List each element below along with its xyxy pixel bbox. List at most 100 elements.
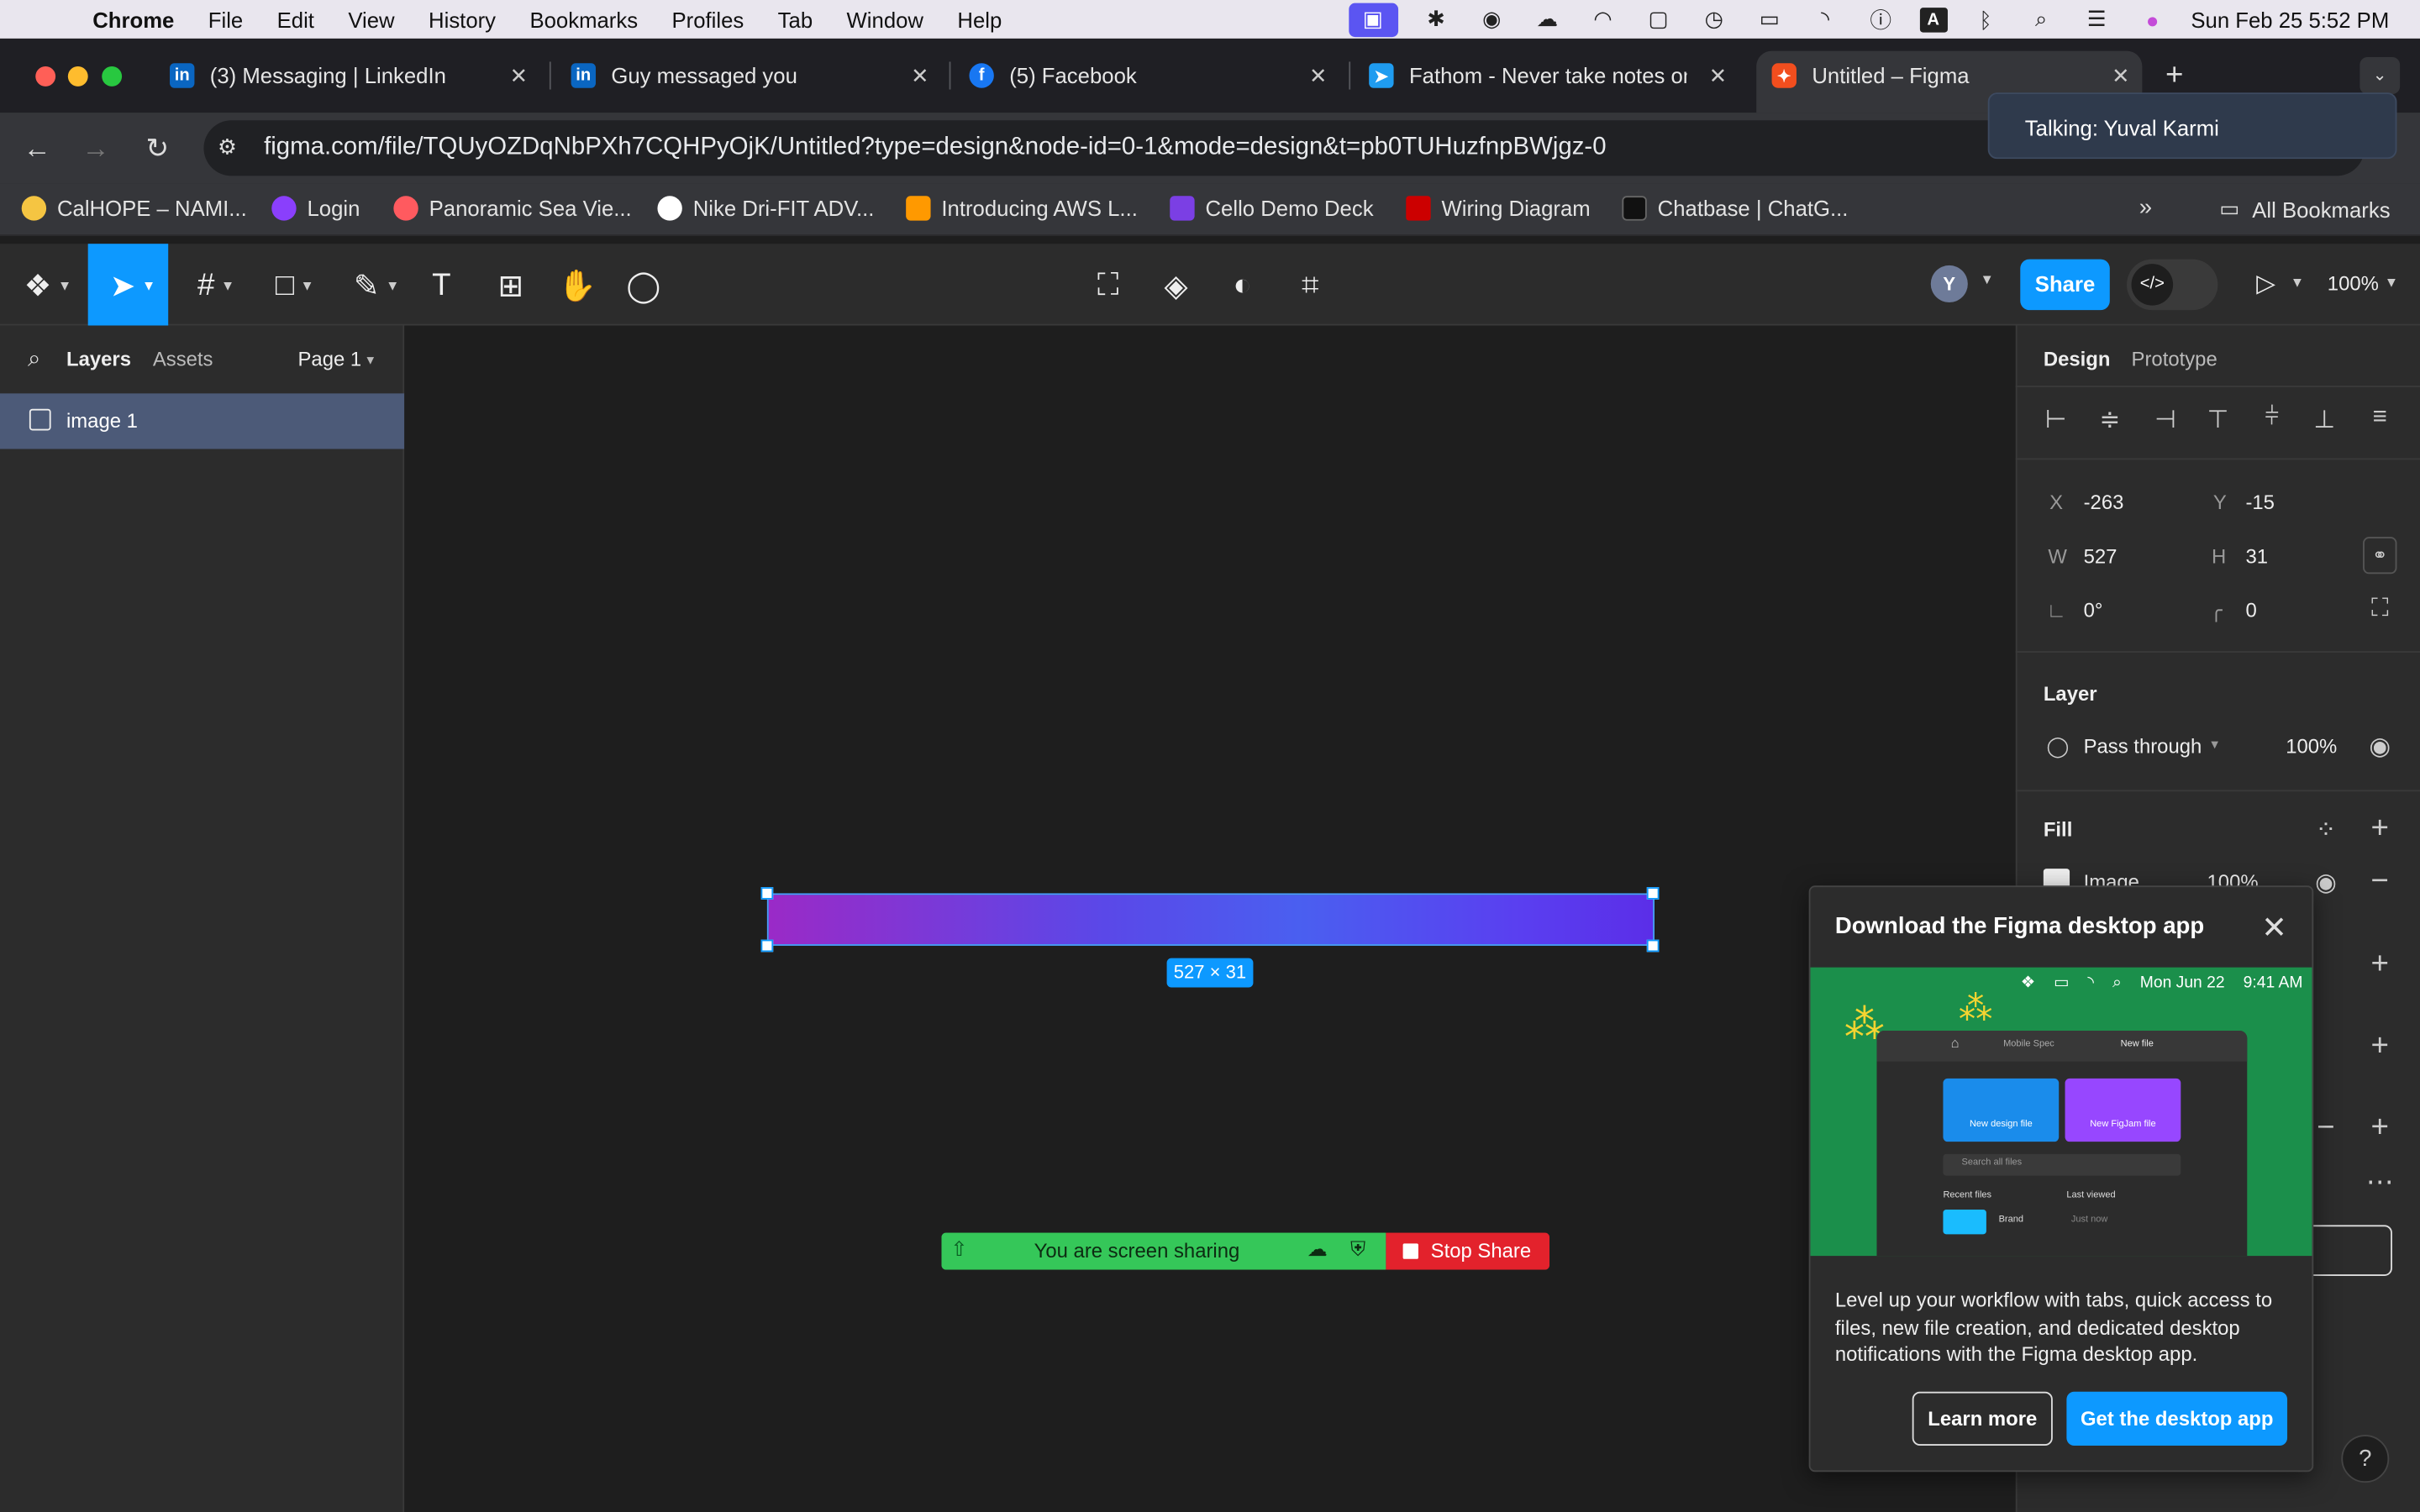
align-right-icon[interactable]: ⊣	[2150, 404, 2181, 435]
layer-opacity-field[interactable]: 100%	[2286, 734, 2337, 758]
zoom-status-icon[interactable]: ◉	[1475, 6, 1508, 31]
frame-tool-button[interactable]: # ▼	[188, 262, 244, 308]
resize-handle-top-right[interactable]	[1646, 887, 1660, 900]
align-top-icon[interactable]: ⊤	[2202, 404, 2233, 435]
align-middle-icon[interactable]: ⫩	[2256, 404, 2287, 432]
resize-handle-bottom-left[interactable]	[760, 939, 774, 953]
resize-handle-bottom-right[interactable]	[1646, 939, 1660, 953]
avatar[interactable]: Y	[1930, 265, 1968, 303]
weather-status-icon[interactable]: ☁	[1530, 6, 1564, 31]
zoom-level[interactable]: 100%	[2328, 271, 2379, 295]
tab-facebook[interactable]: f (5) Facebook ✕	[969, 52, 1328, 98]
menu-tab[interactable]: Tab	[778, 7, 813, 31]
menu-help[interactable]: Help	[957, 7, 1002, 31]
pen-tool-button[interactable]: ✎ ▼	[349, 262, 404, 308]
menu-profiles[interactable]: Profiles	[671, 7, 744, 31]
create-component-button[interactable]: ◈	[1159, 262, 1192, 308]
close-tab-icon[interactable]: ✕	[2112, 62, 2130, 88]
tab-prototype[interactable]: Prototype	[2132, 347, 2217, 370]
siri-icon[interactable]: ●	[2135, 7, 2169, 31]
tab-fathom[interactable]: ➤ Fathom - Never take notes on ✕	[1369, 52, 1727, 98]
shape-tool-button[interactable]: □ ▼	[267, 262, 323, 308]
battery-icon[interactable]: ▭	[1753, 6, 1786, 31]
selected-image-layer[interactable]	[766, 893, 1655, 946]
share-button[interactable]: Share	[2020, 259, 2110, 311]
crop-button[interactable]: ⌗	[1293, 262, 1327, 308]
gear-status-icon[interactable]: ✱	[1419, 6, 1453, 31]
new-tab-icon[interactable]: +	[2165, 59, 2183, 94]
tab-layers[interactable]: Layers	[66, 347, 131, 370]
more-bookmarks-icon[interactable]: »	[2139, 194, 2152, 220]
control-center-icon[interactable]: ☰	[2080, 6, 2113, 31]
bookmark-login[interactable]: Login	[271, 196, 360, 221]
dev-mode-toggle[interactable]: </>	[2127, 259, 2218, 311]
bookmark-airbnb[interactable]: Panoramic Sea Vie...	[393, 196, 632, 221]
more-options-icon[interactable]: ⋯	[2365, 1167, 2396, 1200]
mask-button[interactable]: ◐	[1225, 262, 1259, 308]
move-tool-icon-wrap[interactable]: ➤ ▼	[105, 262, 160, 308]
resize-handle-top-left[interactable]	[760, 887, 774, 900]
present-icon[interactable]: ▷	[2256, 269, 2275, 300]
frame-selection-button[interactable]: ⛶	[1092, 262, 1125, 308]
wifi-icon[interactable]: ◝	[1808, 6, 1842, 31]
distribute-icon[interactable]: ≡	[2365, 404, 2396, 432]
w-field[interactable]: 527	[2084, 544, 2118, 568]
menu-file[interactable]: File	[208, 7, 243, 31]
reload-icon[interactable]: ↻	[140, 131, 174, 165]
eye-icon[interactable]: ◉	[2311, 867, 2342, 898]
add-fill-icon[interactable]: +	[2365, 811, 2396, 847]
tab-design[interactable]: Design	[2044, 347, 2111, 370]
comment-tool-button[interactable]: ◯	[626, 262, 660, 308]
info-status-icon[interactable]: ⓘ	[1864, 7, 1897, 31]
window-minimize-button[interactable]	[67, 66, 88, 87]
bookmark-calhope[interactable]: CalHOPE – NAMI...	[21, 196, 247, 221]
menu-app-name[interactable]: Chrome	[92, 7, 174, 31]
page-selector[interactable]: Page 1	[297, 347, 361, 370]
search-icon[interactable]: ⌕	[28, 345, 40, 371]
tab-search-icon[interactable]: ⌄	[2360, 56, 2401, 95]
chevron-down-icon[interactable]: ▼	[364, 354, 376, 368]
tab-linkedin-guy[interactable]: in Guy messaged you ✕	[571, 52, 929, 98]
corner-radius-field[interactable]: 0	[2245, 599, 2256, 622]
remove-icon[interactable]: −	[2311, 1110, 2342, 1146]
square-status-icon[interactable]: ▢	[1642, 6, 1676, 31]
url-text[interactable]: figma.com/file/TQUyOZDqNbPXh7CQHPyOjK/Un…	[264, 134, 1607, 162]
menubar-clock[interactable]: Sun Feb 25 5:52 PM	[2191, 7, 2389, 31]
back-icon[interactable]: ←	[20, 131, 54, 165]
arc-status-icon[interactable]: ◠	[1586, 6, 1619, 31]
layer-name[interactable]: image 1	[66, 409, 138, 433]
x-field[interactable]: -263	[2084, 491, 2124, 514]
close-tab-icon[interactable]: ✕	[911, 62, 929, 88]
independent-corners-icon[interactable]: ⛶	[2365, 596, 2396, 623]
get-desktop-app-button[interactable]: Get the desktop app	[2066, 1391, 2288, 1446]
add-export-icon[interactable]: +	[2365, 1110, 2396, 1146]
close-tab-icon[interactable]: ✕	[1309, 62, 1328, 88]
menu-bookmarks[interactable]: Bookmarks	[529, 7, 638, 31]
add-effect-icon[interactable]: +	[2365, 1029, 2396, 1064]
clock-status-icon[interactable]: ◷	[1697, 6, 1731, 31]
menu-history[interactable]: History	[429, 7, 496, 31]
chevron-down-icon[interactable]: ▼	[1981, 271, 1994, 286]
tab-linkedin-messaging[interactable]: in (3) Messaging | LinkedIn ✕	[170, 52, 528, 98]
window-close-button[interactable]	[35, 66, 56, 87]
styles-grid-icon[interactable]: ⁘	[2311, 815, 2342, 846]
screen-share-status-icon[interactable]: ▣	[1348, 2, 1398, 37]
main-menu-button[interactable]: ❖ ▼	[22, 262, 74, 308]
close-tab-icon[interactable]: ✕	[510, 62, 529, 88]
learn-more-button[interactable]: Learn more	[1912, 1391, 2053, 1446]
align-left-icon[interactable]: ⊢	[2040, 404, 2071, 435]
all-bookmarks-folder[interactable]: ▭ All Bookmarks	[2219, 196, 2390, 222]
menu-view[interactable]: View	[348, 7, 394, 31]
bookmark-aws[interactable]: Introducing AWS L...	[906, 196, 1138, 221]
hand-tool-button[interactable]: ✋	[558, 262, 597, 308]
bluetooth-icon[interactable]: ᛒ	[1969, 7, 2002, 31]
chevron-down-icon[interactable]: ▼	[2291, 275, 2304, 290]
align-center-h-icon[interactable]: ≑	[2094, 404, 2125, 435]
bookmark-chatbase[interactable]: Chatbase | ChatG...	[1622, 196, 1848, 221]
align-bottom-icon[interactable]: ⊥	[2309, 404, 2340, 435]
chevron-down-icon[interactable]: ▼	[2208, 738, 2221, 752]
text-tool-button[interactable]: T	[424, 262, 458, 308]
menu-window[interactable]: Window	[847, 7, 923, 31]
resources-button[interactable]: ⊞	[494, 262, 528, 308]
close-icon[interactable]: ✕	[2261, 909, 2287, 948]
